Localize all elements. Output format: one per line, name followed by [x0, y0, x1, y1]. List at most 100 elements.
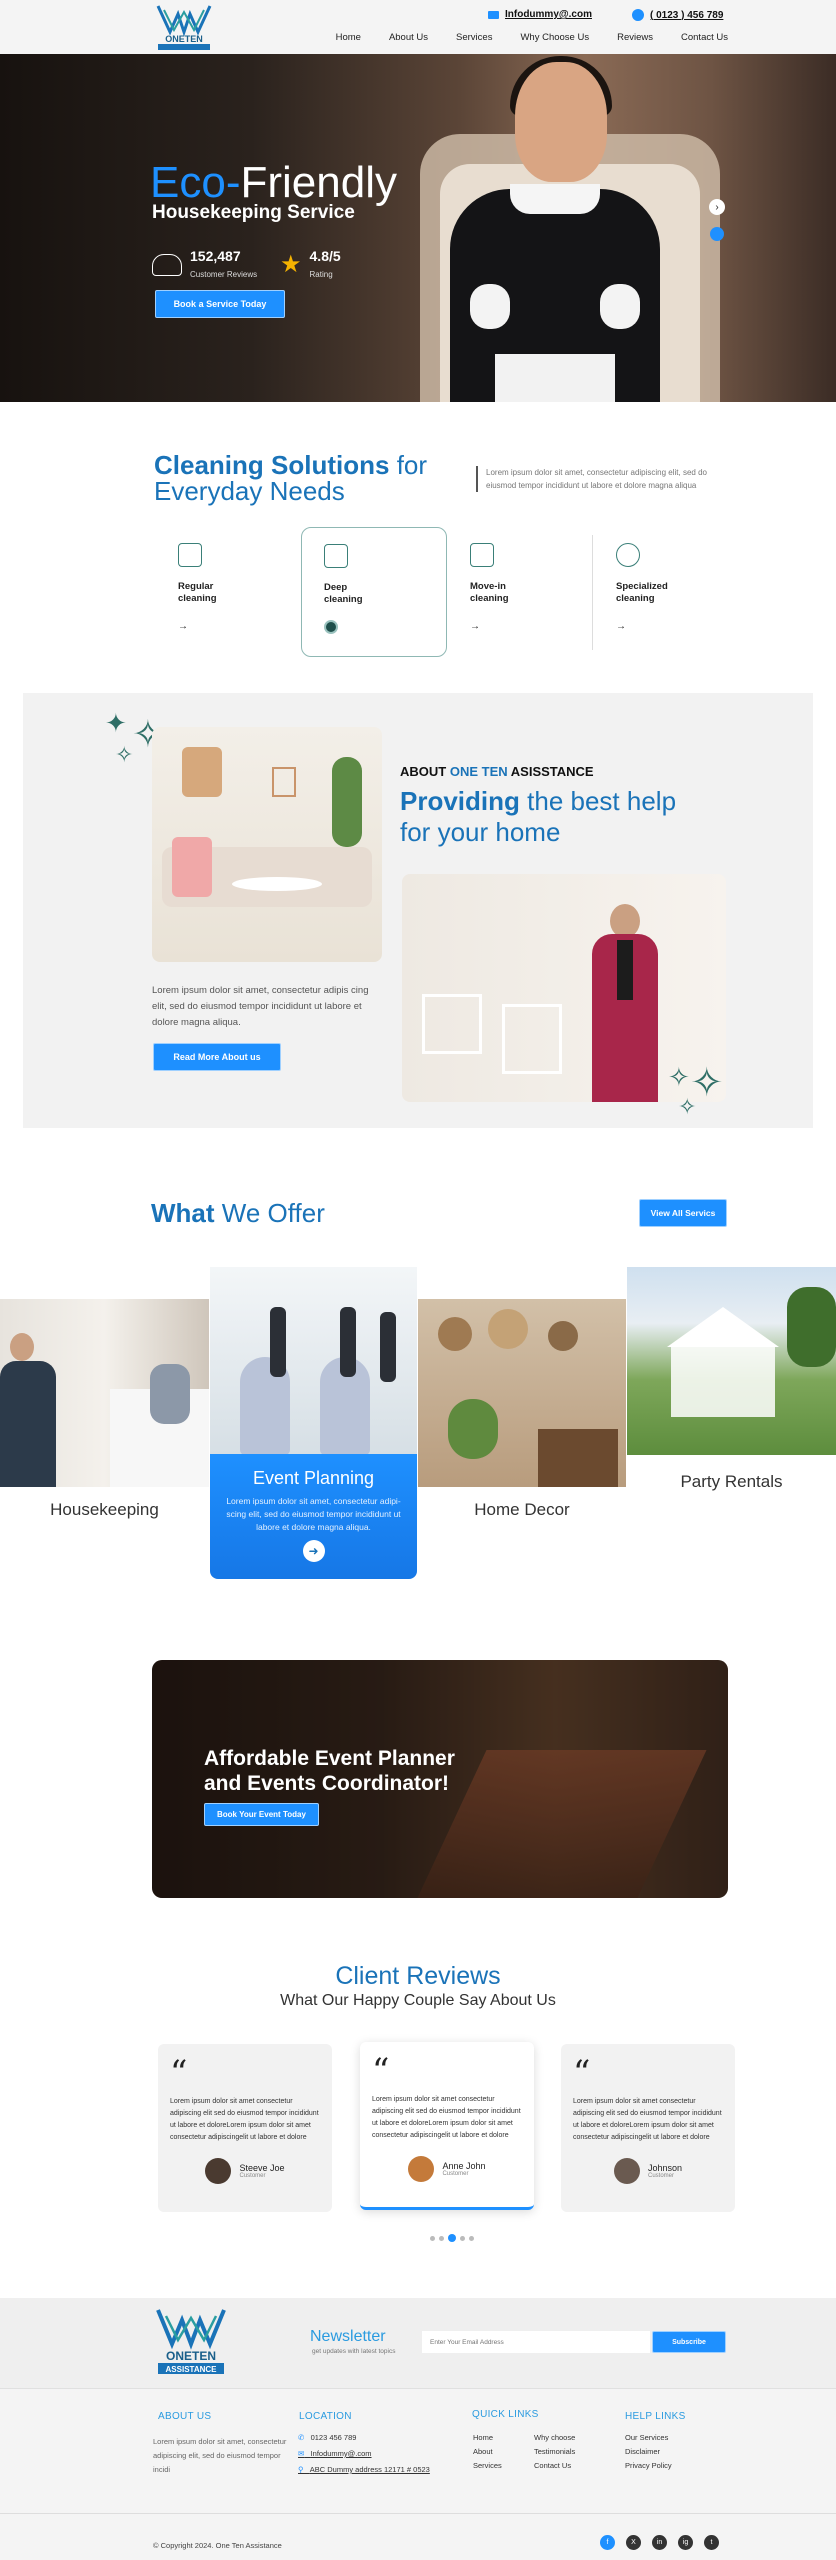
subscribe-button[interactable]: Subscribe: [652, 2331, 726, 2353]
footer-divider: [0, 2513, 836, 2514]
footer-link-services[interactable]: Services: [473, 2461, 502, 2470]
footer-phone[interactable]: ✆ 0123 456 789: [298, 2431, 356, 2445]
reviews-title: Client Reviews: [335, 1962, 501, 1990]
nav-services[interactable]: Services: [456, 32, 492, 43]
tumblr-icon[interactable]: t: [704, 2535, 719, 2550]
tile-party-rentals-label[interactable]: Party Rentals: [627, 1472, 836, 1492]
header: ONETEN Infodummy@.com ( 0123 ) 456 789 H…: [0, 0, 836, 54]
service-card-move-in[interactable]: Move-in cleaning →: [448, 527, 594, 657]
x-twitter-icon[interactable]: X: [626, 2535, 641, 2550]
nav-about[interactable]: About Us: [389, 32, 428, 43]
footer-link-our-services[interactable]: Our Services: [625, 2433, 668, 2442]
tile-housekeeping-image[interactable]: [0, 1299, 209, 1487]
view-all-services-button[interactable]: View All Servics: [639, 1199, 727, 1227]
review-text: Lorem ipsum dolor sit amet consectetur a…: [573, 2098, 722, 2141]
living-room-photo: [152, 727, 382, 962]
reviewer-name: Steeve Joe: [239, 2163, 285, 2173]
footer-link-contact[interactable]: Contact Us: [534, 2461, 571, 2470]
sparkle-icon: ✧: [115, 742, 134, 767]
page-dot[interactable]: [439, 2235, 444, 2241]
footer-link-testimonials[interactable]: Testimonials: [534, 2447, 575, 2456]
service-card-specialized[interactable]: Specialized cleaning →: [594, 527, 740, 657]
tile-event-planning-label[interactable]: Event Planning: [210, 1468, 417, 1489]
hero-glove-left: [470, 284, 510, 329]
page-dot-active[interactable]: [448, 2234, 456, 2242]
tile-home-decor-image[interactable]: [418, 1299, 626, 1487]
reviewer-name: Anne John: [442, 2161, 486, 2171]
rating-label: Rating: [309, 270, 333, 279]
quote-icon: “: [372, 2051, 390, 2091]
arrow-right-icon[interactable]: →: [178, 621, 280, 632]
customers-icon: [152, 254, 182, 276]
solutions-title-line2: Everyday Needs: [154, 476, 345, 506]
footer-link-why-choose[interactable]: Why choose: [534, 2433, 575, 2442]
reviewer-role: Customer: [647, 2173, 674, 2179]
reviewer: Steeve Joe Customer: [170, 2158, 320, 2184]
rating-value: 4.8/5: [309, 248, 341, 264]
footer-link-about[interactable]: About: [473, 2447, 493, 2456]
service-card-deep[interactable]: Deep cleaning: [301, 527, 447, 657]
page-dot[interactable]: [460, 2235, 465, 2241]
book-service-button[interactable]: Book a Service Today: [155, 290, 285, 318]
avatar: [408, 2156, 435, 2182]
read-more-button[interactable]: Read More About us: [153, 1043, 281, 1071]
footer-address[interactable]: ⚲ ABC Dummy address 12171 # 0523: [298, 2463, 430, 2477]
instagram-icon[interactable]: ig: [678, 2535, 693, 2550]
hero-glove-right: [600, 284, 640, 329]
main-nav: Home About Us Services Why Choose Us Rev…: [336, 32, 728, 43]
svg-text:ONETEN: ONETEN: [166, 2349, 216, 2363]
solutions-title: Cleaning Solutions for Everyday Needs: [154, 452, 427, 504]
header-email[interactable]: Infodummy@.com: [488, 9, 592, 20]
hero-title: Eco-Friendly: [150, 158, 397, 208]
newsletter-subtitle: get updates with latest topics: [312, 2348, 396, 2355]
hero-next-arrow-icon[interactable]: ›: [709, 199, 725, 215]
header-email-text[interactable]: Infodummy@.com: [505, 9, 592, 20]
active-indicator-icon[interactable]: [324, 620, 338, 634]
mail-icon: [488, 10, 499, 19]
hero-slide-indicator[interactable]: [710, 227, 724, 241]
arrow-right-icon[interactable]: →: [616, 621, 718, 632]
hero-reviews-stat: 152,487 Customer Reviews: [152, 248, 257, 282]
reviewer: Johnson Customer: [573, 2158, 723, 2184]
nav-contact[interactable]: Contact Us: [681, 32, 728, 43]
tile-party-rentals-image[interactable]: [627, 1267, 836, 1455]
footer-quick-links-heading: QUICK LINKS: [472, 2409, 539, 2420]
reviews-subtitle: What Our Happy Couple Say About Us: [280, 1992, 556, 2009]
footer-help-links-heading: HELP LINKS: [625, 2411, 686, 2422]
reviewer-name: Johnson: [647, 2163, 683, 2173]
nav-reviews[interactable]: Reviews: [617, 32, 653, 43]
service-card-regular[interactable]: Regular cleaning →: [156, 527, 302, 657]
nav-home[interactable]: Home: [336, 32, 361, 43]
arrow-right-icon[interactable]: ➜: [302, 1540, 325, 1562]
sparkle-icon: ✦: [105, 708, 127, 738]
faucet-icon: [616, 543, 640, 567]
header-phone-text[interactable]: ( 0123 ) 456 789: [650, 10, 723, 21]
page-dot[interactable]: [430, 2235, 435, 2241]
footer-link-disclaimer[interactable]: Disclaimer: [625, 2447, 660, 2456]
book-event-button[interactable]: Book Your Event Today: [204, 1803, 319, 1826]
event-planning-card[interactable]: Event Planning Lorem ipsum dolor sit ame…: [210, 1454, 417, 1579]
review-card-active: “ Lorem ipsum dolor sit amet consectetur…: [360, 2042, 534, 2210]
header-phone[interactable]: ( 0123 ) 456 789: [632, 9, 723, 21]
tile-home-decor-label[interactable]: Home Decor: [418, 1500, 626, 1520]
facebook-icon[interactable]: f: [600, 2535, 615, 2550]
nav-why-choose-us[interactable]: Why Choose Us: [520, 32, 589, 43]
avatar: [205, 2158, 232, 2184]
footer-help-links: Our Services Disclaimer Privacy Policy: [625, 2431, 672, 2473]
window-icon: [470, 543, 494, 567]
footer-link-privacy[interactable]: Privacy Policy: [625, 2461, 672, 2470]
reviews-count: 152,487: [190, 248, 241, 264]
footer-link-home[interactable]: Home: [473, 2433, 493, 2442]
footer-email[interactable]: ✉ Infodummy@.com: [298, 2447, 372, 2461]
card-divider: [592, 535, 593, 650]
linkedin-icon[interactable]: in: [652, 2535, 667, 2550]
arrow-right-icon[interactable]: →: [470, 621, 572, 632]
page-dot[interactable]: [469, 2235, 474, 2241]
newsletter-email-input[interactable]: [422, 2331, 650, 2353]
footer-quick-links-col-b: Why choose Testimonials Contact Us: [534, 2431, 575, 2473]
svg-text:ASSISTANCE: ASSISTANCE: [166, 2365, 218, 2374]
brand-logo[interactable]: ONETEN: [152, 2, 216, 52]
footer-logo[interactable]: ONETEN ASSISTANCE: [150, 2306, 232, 2376]
tile-housekeeping-label[interactable]: Housekeeping: [0, 1500, 209, 1520]
tile-event-planning-image[interactable]: [210, 1267, 417, 1455]
